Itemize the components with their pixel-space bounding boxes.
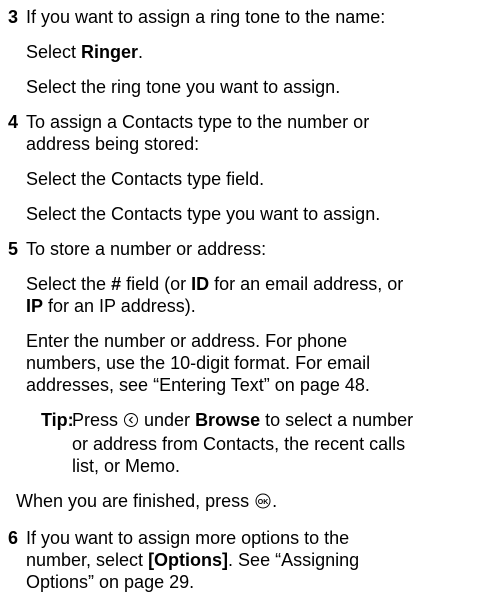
text: Press [72,410,124,430]
step-5: 5 To store a number or address: Select t… [0,238,481,514]
tip-text-cont: or address from Contacts, the recent cal… [72,434,406,454]
text: under [139,410,196,430]
step-intro: To store a number or address: [26,239,267,259]
manual-page: 3 If you want to assign a ring tone to t… [0,0,481,592]
step-instruction-cont: IP for an IP address). [26,295,481,317]
step-3: 3 If you want to assign a ring tone to t… [0,6,481,98]
svg-text:OK: OK [258,499,269,506]
step-instruction: Select the # field (or ID for an email a… [26,273,481,295]
step-instruction: Select the Contacts type field. [26,169,265,189]
step-instruction: Select the ring tone you want to assign. [26,77,341,97]
step-6: 6 If you want to assign more options to … [0,527,481,593]
menu-option: Ringer [81,42,139,62]
text: . See “Assigning [228,550,360,570]
step-instruction-cont: addresses, see “Entering Text” on page 4… [26,375,370,395]
text: Select [26,42,82,62]
tip-text-cont: list, or Memo. [72,456,181,476]
text: . [272,491,278,511]
step-number: 3 [8,7,19,27]
text: to select a number [260,410,414,430]
tip-note: Tip: Press under Browse to select a numb… [41,409,481,477]
text: number, select [26,550,149,570]
step-number: 5 [8,239,19,259]
step-instruction: Select the Contacts type you want to ass… [26,204,381,224]
softkey-name: Browse [195,410,261,430]
text: for an email address, or [209,274,404,294]
text: Select the [26,274,112,294]
left-nav-key-icon [123,411,139,433]
text: field (or [121,274,192,294]
step-4: 4 To assign a Contacts type to the numbe… [0,111,481,225]
step-instruction-cont: numbers, use the 10-digit format. For em… [26,353,371,373]
step-number: 4 [8,112,19,132]
field-name: ID [191,274,210,294]
step-intro: If you want to assign a ring tone to the… [26,7,386,27]
field-name: IP [26,296,44,316]
text: . [138,42,144,62]
softkey-name: [Options] [148,550,229,570]
step-instruction: Select Ringer. [26,41,481,63]
step-intro-cont: address being stored: [26,134,200,154]
tip-text: Press under Browse to select a number [72,409,481,433]
text: When you are finished, press [16,491,255,511]
ok-key-icon: OK [254,492,272,514]
step-intro-cont: Options” on page 29. [26,572,195,592]
step-intro-cont: number, select [Options]. See “Assigning [26,549,481,571]
step-instruction: Enter the number or address. For phone [26,331,348,351]
text: for an IP address). [43,296,196,316]
step-intro: To assign a Contacts type to the number … [26,112,370,132]
step-instruction: When you are finished, press OK. [16,490,481,514]
tip-label: Tip: [41,410,74,430]
field-name: # [111,274,122,294]
